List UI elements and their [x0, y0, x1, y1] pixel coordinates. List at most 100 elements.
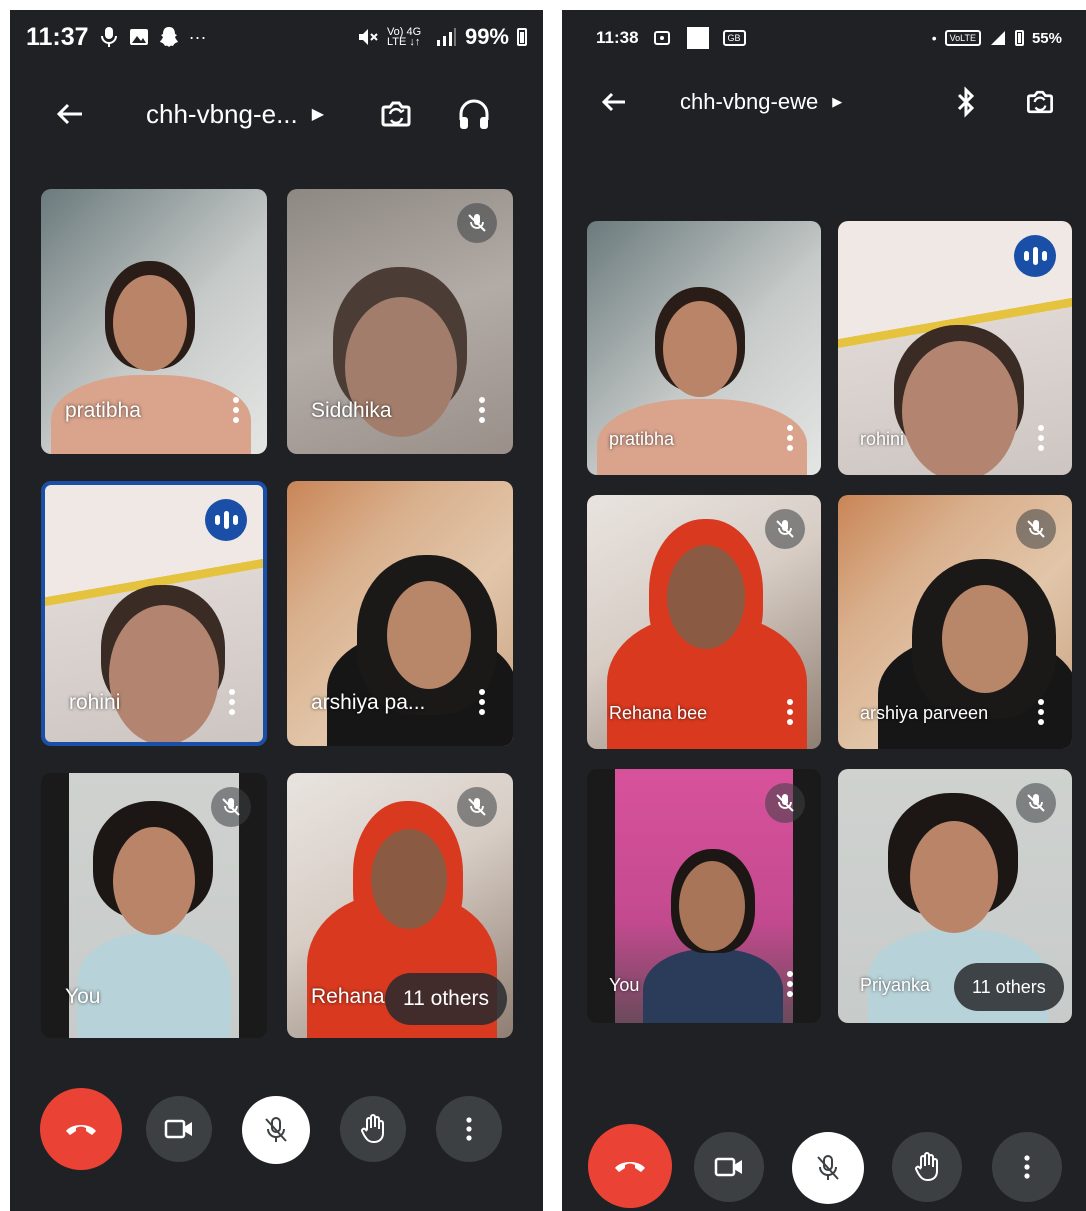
participant-options-button[interactable]	[479, 689, 485, 715]
meeting-code-button[interactable]: chh-vbng-e... ▶	[146, 99, 324, 130]
participant-name: arshiya pa...	[311, 691, 426, 714]
participant-tile[interactable]: Rehana 11 others	[287, 773, 513, 1038]
screen-record-icon	[653, 31, 670, 45]
right-phone-screen: 11:38 GB • VoLTE 55% chh-vbng-ewe ▶ prat…	[562, 10, 1086, 1211]
speaking-indicator	[1014, 235, 1056, 277]
muted-indicator	[457, 787, 497, 827]
participant-options-button[interactable]	[229, 689, 235, 715]
participant-options-button[interactable]	[787, 425, 793, 451]
battery-icon	[1014, 30, 1024, 46]
participant-tile[interactable]: pratibha	[41, 189, 267, 454]
participant-tile[interactable]: arshiya parveen	[838, 495, 1072, 749]
more-notifications-icon: ···	[188, 26, 207, 47]
muted-indicator	[765, 783, 805, 823]
participant-options-button[interactable]	[1038, 699, 1044, 725]
status-bar: 11:38 GB • VoLTE 55%	[562, 10, 1086, 66]
participant-name: Priyanka	[860, 975, 931, 995]
mic-off-icon	[222, 798, 240, 816]
audio-output-button[interactable]	[942, 78, 990, 126]
call-controls	[10, 1088, 543, 1180]
hand-icon	[915, 1152, 938, 1182]
participant-tile[interactable]: Siddhika	[287, 189, 513, 454]
participant-options-button[interactable]	[233, 397, 239, 423]
audio-output-button[interactable]	[450, 90, 498, 138]
mic-toggle-button[interactable]	[242, 1096, 310, 1164]
more-options-button[interactable]	[436, 1096, 502, 1162]
switch-camera-button[interactable]	[1016, 78, 1064, 126]
mic-off-icon	[776, 520, 794, 538]
arrow-left-icon	[56, 103, 82, 125]
battery-icon	[517, 28, 527, 46]
mute-icon	[358, 29, 378, 45]
camera-toggle-button[interactable]	[694, 1132, 764, 1202]
participant-tile-self[interactable]: You	[41, 773, 267, 1038]
participant-tile[interactable]: arshiya pa...	[287, 481, 513, 746]
participant-options-button[interactable]	[787, 971, 793, 997]
chevron-right-icon: ▶	[311, 106, 325, 123]
mic-off-icon	[468, 798, 486, 816]
end-call-button[interactable]	[40, 1088, 122, 1170]
gallery-notification-icon: GB	[722, 30, 746, 46]
participant-name: Siddhika	[311, 399, 392, 422]
participant-name: rohini	[860, 429, 905, 449]
mic-toggle-button[interactable]	[792, 1132, 864, 1204]
video-camera-icon	[714, 1157, 742, 1177]
participant-options-button[interactable]	[479, 397, 485, 423]
participant-options-button[interactable]	[1038, 425, 1044, 451]
video-camera-icon	[164, 1119, 192, 1139]
battery-percent: 99%	[464, 24, 509, 49]
signal-icon	[436, 28, 456, 46]
participant-tile[interactable]: Priyanka 11 others	[838, 769, 1072, 1023]
participant-name: rohini	[69, 691, 121, 714]
meeting-top-bar: chh-vbng-e... ▶	[10, 84, 543, 144]
switch-camera-button[interactable]	[372, 90, 420, 138]
snapchat-notification-icon	[159, 27, 178, 47]
raise-hand-button[interactable]	[340, 1096, 406, 1162]
meeting-code-button[interactable]: chh-vbng-ewe ▶	[680, 89, 842, 115]
participant-name: arshiya parveen	[860, 703, 989, 723]
participant-name: You	[609, 975, 640, 995]
signal-icon	[990, 31, 1005, 45]
camera-toggle-button[interactable]	[146, 1096, 212, 1162]
chevron-right-icon: ▶	[832, 94, 843, 109]
participant-tile[interactable]: Rehana bee	[587, 495, 821, 749]
mic-notification-icon	[100, 27, 117, 47]
headphones-icon	[459, 99, 489, 129]
meeting-code: chh-vbng-ewe	[680, 89, 819, 114]
hand-icon	[361, 1114, 384, 1144]
status-time: 11:38	[596, 28, 639, 47]
mic-off-icon	[1027, 794, 1045, 812]
others-count-chip[interactable]: 11 others	[954, 963, 1064, 1011]
raise-hand-button[interactable]	[892, 1132, 962, 1202]
participant-options-button[interactable]	[787, 699, 793, 725]
mic-off-icon	[1027, 520, 1045, 538]
status-time: 11:37	[26, 22, 89, 51]
participant-name: pratibha	[65, 399, 141, 422]
back-button[interactable]	[46, 90, 94, 138]
dot-indicator: •	[931, 30, 937, 46]
more-options-button[interactable]	[992, 1132, 1062, 1202]
battery-percent: 55%	[1031, 29, 1062, 47]
status-bar: 11:37 ··· Vo) 4G LTE ↓↑ 99%	[10, 10, 543, 64]
meeting-code: chh-vbng-e...	[146, 98, 298, 129]
more-vert-icon	[466, 1117, 472, 1141]
left-phone-screen: 11:37 ··· Vo) 4G LTE ↓↑ 99% chh-vbng-e...…	[10, 10, 543, 1211]
participant-tile-active-speaker[interactable]: rohini	[41, 481, 267, 746]
bluetooth-icon	[957, 86, 975, 118]
participant-tile[interactable]: pratibha	[587, 221, 821, 475]
phone-hangup-icon	[66, 1125, 96, 1135]
others-count-chip[interactable]: 11 others	[385, 973, 507, 1025]
participant-name: You	[65, 985, 101, 1008]
muted-indicator	[765, 509, 805, 549]
end-call-button[interactable]	[588, 1124, 672, 1208]
meeting-top-bar: chh-vbng-ewe ▶	[562, 72, 1086, 132]
arrow-left-icon	[601, 92, 625, 112]
back-button[interactable]	[590, 78, 638, 126]
muted-indicator	[457, 203, 497, 243]
participant-tile-active-speaker[interactable]: rohini	[838, 221, 1072, 475]
participant-tile-self[interactable]: You	[587, 769, 821, 1023]
participant-name: pratibha	[609, 429, 675, 449]
mic-off-icon	[265, 1117, 287, 1142]
speaking-indicator	[205, 499, 247, 541]
app-notification-icon	[686, 27, 709, 49]
